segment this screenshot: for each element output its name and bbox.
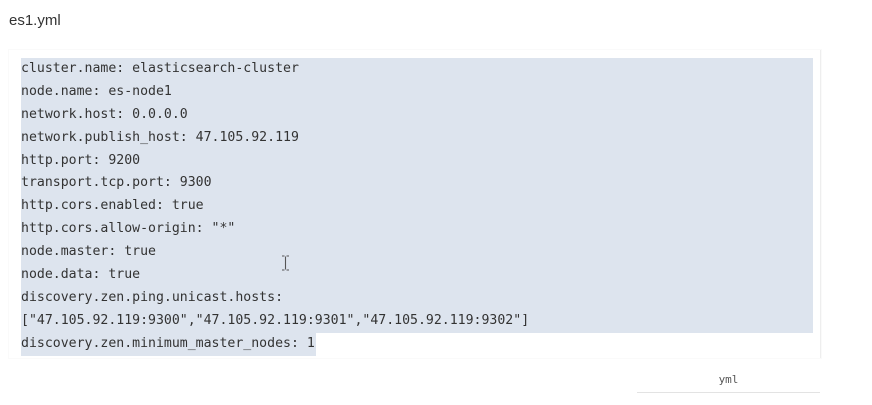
code-line: cluster.name: elasticsearch-cluster (21, 58, 813, 81)
code-block[interactable]: cluster.name: elasticsearch-cluster node.… (21, 58, 813, 356)
code-line-last-text: discovery.zen.minimum_master_nodes: 1 (21, 332, 316, 356)
code-line: network.host: 0.0.0.0 (21, 103, 813, 127)
code-line: http.cors.enabled: true (21, 195, 813, 219)
code-line: node.name: es-node1 (21, 80, 813, 104)
file-title: es1.yml (9, 12, 61, 29)
code-line: node.data: true (21, 264, 813, 287)
code-line: discovery.zen.ping.unicast.hosts: (21, 286, 813, 310)
language-tab[interactable]: yml (637, 368, 820, 393)
code-line: transport.tcp.port: 9300 (21, 172, 813, 196)
code-line: http.port: 9200 (21, 149, 813, 173)
code-line: ["47.105.92.119:9300","47.105.92.119:930… (21, 309, 813, 333)
code-line: node.master: true (21, 241, 813, 265)
code-line: http.cors.allow-origin: "*" (21, 218, 813, 242)
code-line: network.publish_host: 47.105.92.119 (21, 126, 813, 150)
text-cursor-icon (282, 255, 289, 271)
code-line-last: discovery.zen.minimum_master_nodes: 1 (21, 332, 813, 356)
